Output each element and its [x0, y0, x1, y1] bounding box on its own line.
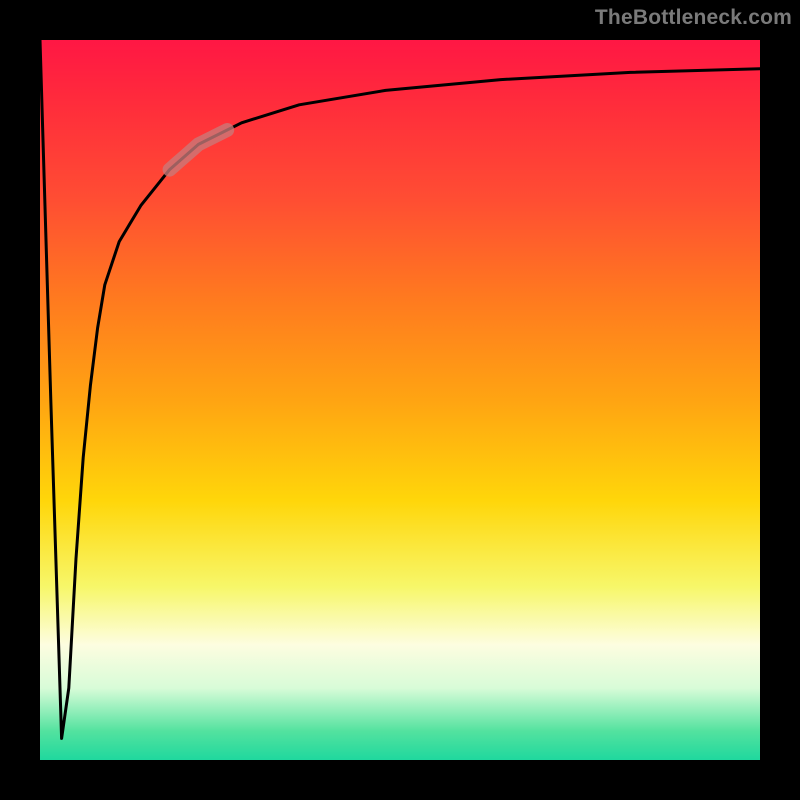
chart-frame: TheBottleneck.com: [0, 0, 800, 800]
highlight-segment: [170, 130, 228, 170]
watermark-label: TheBottleneck.com: [595, 6, 792, 30]
curve-svg: [40, 40, 760, 760]
plot-area: [40, 40, 760, 760]
bottleneck-curve: [40, 40, 760, 738]
